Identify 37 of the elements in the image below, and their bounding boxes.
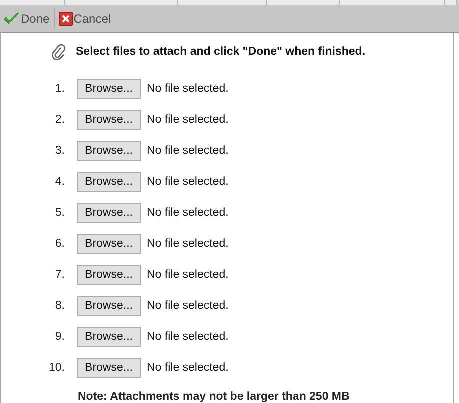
file-status: No file selected.	[147, 300, 229, 312]
close-icon	[58, 12, 73, 26]
file-status: No file selected.	[147, 238, 229, 250]
cancel-button[interactable]: Cancel	[58, 12, 112, 26]
instructions-text: Select files to attach and click "Done" when finished.	[76, 46, 366, 58]
checkmark-icon	[3, 12, 20, 26]
browse-button[interactable]: Browse...	[77, 358, 141, 378]
browse-button[interactable]: Browse...	[77, 140, 141, 160]
file-status: No file selected.	[147, 82, 229, 94]
browse-button[interactable]: Browse...	[77, 296, 141, 316]
row-number: 8.	[54, 300, 65, 312]
file-status: No file selected.	[147, 176, 229, 188]
browse-button[interactable]: Browse...	[77, 234, 141, 254]
row-number: 2.	[54, 114, 65, 126]
file-status: No file selected.	[147, 114, 229, 126]
browse-button[interactable]: Browse...	[77, 264, 141, 284]
row-number: 4.	[54, 176, 65, 188]
row-number: 10.	[48, 362, 65, 374]
row-number: 3.	[54, 144, 65, 156]
row-number: 5.	[54, 206, 65, 218]
file-status: No file selected.	[147, 330, 229, 342]
size-note: Note: Attachments may not be larger than 250 MB	[78, 391, 351, 403]
row-number: 6.	[54, 238, 65, 250]
row-number: 1.	[54, 82, 65, 94]
done-button[interactable]: Done	[2, 12, 51, 26]
row-number: 9.	[54, 330, 65, 342]
file-status: No file selected.	[147, 268, 229, 280]
paperclip-icon	[52, 44, 66, 60]
browse-button[interactable]: Browse...	[77, 326, 141, 346]
browse-button[interactable]: Browse...	[77, 172, 141, 192]
file-status: No file selected.	[147, 206, 229, 218]
file-status: No file selected.	[147, 362, 229, 374]
file-status: No file selected.	[147, 144, 229, 156]
row-number: 7.	[54, 268, 65, 280]
browse-button[interactable]: Browse...	[77, 78, 141, 98]
browse-button[interactable]: Browse...	[77, 202, 141, 222]
browse-button[interactable]: Browse...	[77, 110, 141, 130]
